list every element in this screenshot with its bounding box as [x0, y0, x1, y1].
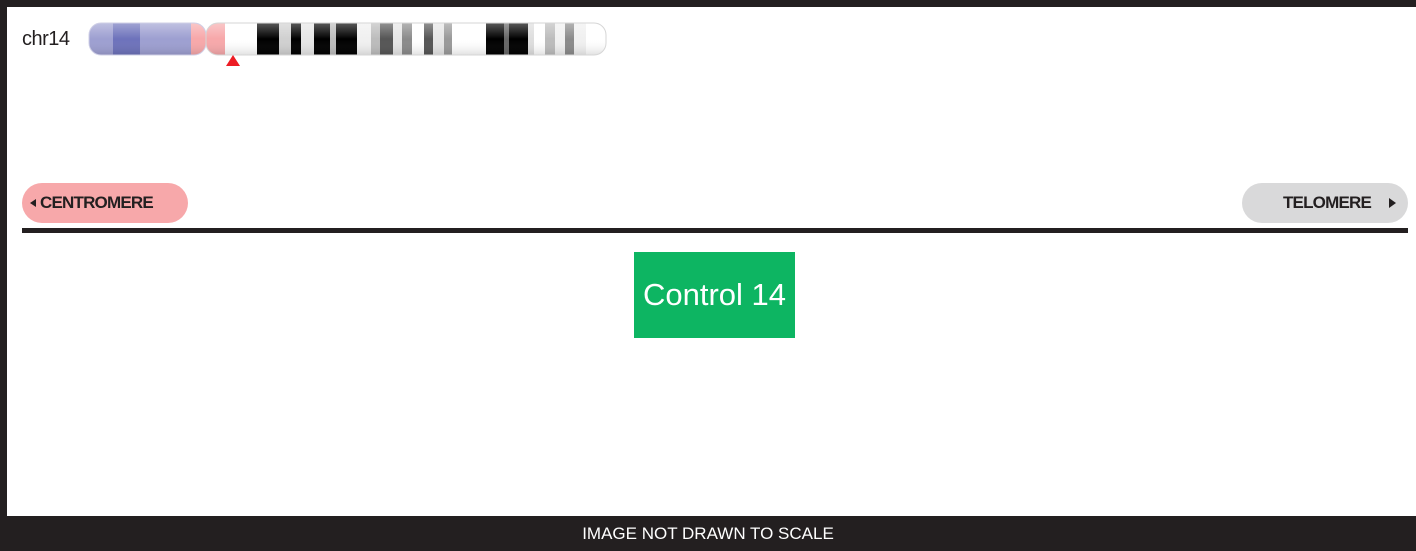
telomere-label: TELOMERE [1282, 193, 1372, 212]
footer-note: IMAGE NOT DRAWN TO SCALE [582, 523, 834, 543]
left-arrow-icon [30, 199, 36, 207]
feature-box-control-14: Control 14 [634, 252, 795, 338]
q-arm [206, 23, 606, 55]
chromosome-axis-line [22, 228, 1408, 233]
footer-bar: IMAGE NOT DRAWN TO SCALE [0, 516, 1416, 551]
feature-label: Control 14 [642, 277, 787, 312]
chromosome-label: chr14 [22, 28, 70, 50]
right-arrow-icon [1389, 198, 1396, 208]
chromosome-ideogram [88, 22, 607, 66]
red-triangle-marker-icon [226, 55, 240, 66]
centromere-label: CENTROMERE [40, 193, 154, 212]
p-arm [89, 23, 206, 55]
telomere-direction-pill: TELOMERE [1242, 183, 1408, 223]
centromere-direction-pill: CENTROMERE [22, 183, 188, 223]
